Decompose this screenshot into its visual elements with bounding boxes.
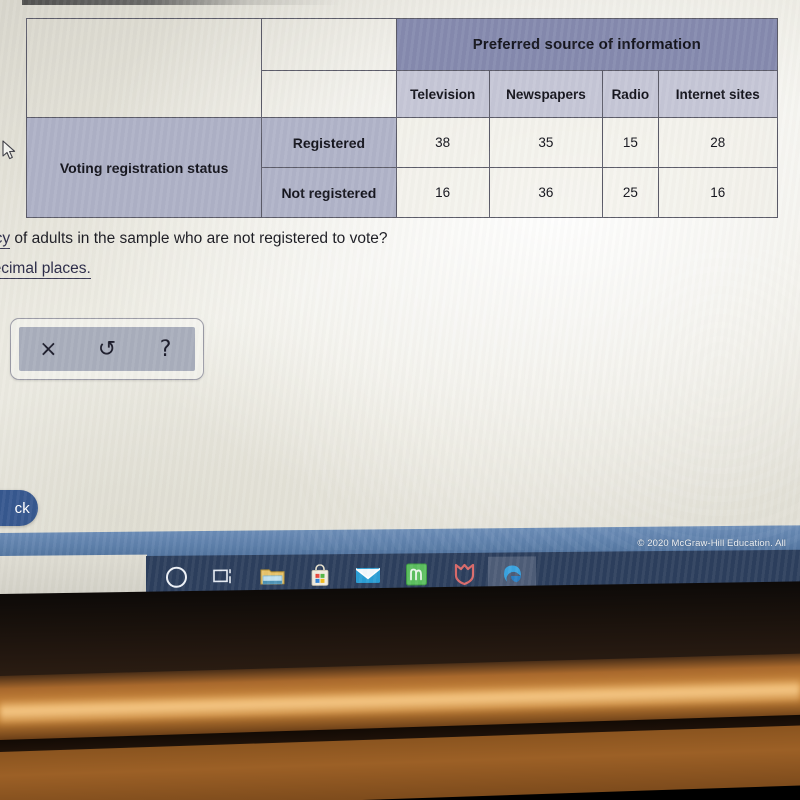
answer-toolbar: × ↺ ? xyxy=(10,318,204,380)
undo-button[interactable]: ↺ xyxy=(87,329,127,369)
file-explorer-icon[interactable] xyxy=(248,559,296,593)
cell-not-registered-newspapers: 36 xyxy=(488,167,604,218)
decimal-places-link[interactable]: decimal places. xyxy=(0,260,91,279)
task-view-glyph xyxy=(213,569,231,584)
table-corner-blank xyxy=(25,17,263,119)
copyright-text: © 2020 McGraw-Hill Education. All xyxy=(637,538,786,549)
cell-registered-television: 38 xyxy=(395,117,490,169)
laptop-screen-photo: Preferred source of information Televisi… xyxy=(0,0,800,800)
row-header-registered: Registered xyxy=(261,117,397,169)
cortana-circle xyxy=(165,566,187,588)
question-text-line-1: ncy of adults in the sample who are not … xyxy=(0,230,388,249)
microsoft-store-icon[interactable] xyxy=(296,558,344,592)
cell-registered-radio: 15 xyxy=(602,117,659,169)
taskbar-left-blank xyxy=(0,554,147,597)
cell-registered-newspapers: 35 xyxy=(488,117,604,169)
store-bag-glyph xyxy=(311,564,329,586)
question-text-rest: of adults in the sample who are not regi… xyxy=(10,230,388,247)
column-header-internet-sites: Internet sites xyxy=(657,70,779,119)
question-link-fragment[interactable]: ncy xyxy=(0,230,11,249)
row-group-header: Voting registration status xyxy=(25,117,263,218)
answer-toolbar-inner: × ↺ ? xyxy=(19,327,195,371)
help-button[interactable]: ? xyxy=(146,329,186,369)
row-header-not-registered: Not registered xyxy=(261,167,397,218)
folder-glyph xyxy=(260,568,284,584)
cell-not-registered-internet: 16 xyxy=(657,167,779,218)
table-row-group-header: Preferred source of information xyxy=(25,17,779,119)
cell-registered-internet: 28 xyxy=(657,117,779,169)
column-group-header: Preferred source of information xyxy=(395,17,779,72)
edge-glyph xyxy=(503,565,521,582)
mcafee-shield-glyph xyxy=(454,563,474,586)
cell-not-registered-television: 16 xyxy=(395,167,490,218)
envelope-glyph xyxy=(356,567,380,584)
cell-not-registered-radio: 25 xyxy=(602,167,659,218)
cursor-arrow-icon xyxy=(2,140,16,160)
task-view-icon[interactable] xyxy=(200,559,248,593)
table-blank-cell xyxy=(261,70,397,119)
column-header-television: Television xyxy=(395,70,490,119)
cortana-icon[interactable] xyxy=(152,560,200,594)
column-header-newspapers: Newspapers xyxy=(488,70,604,119)
column-header-radio: Radio xyxy=(602,70,659,119)
clear-button[interactable]: × xyxy=(28,329,68,369)
cut-off-text-top xyxy=(22,0,342,5)
check-button[interactable]: ck xyxy=(0,490,38,526)
mouse-cursor xyxy=(2,140,18,162)
table-row: Voting registration status Registered 38… xyxy=(25,117,779,218)
contingency-table-wrapper: Preferred source of information Televisi… xyxy=(25,17,779,218)
question-text-line-2: decimal places. xyxy=(0,260,91,279)
table-corner-blank-2 xyxy=(261,17,397,72)
green-app-glyph xyxy=(405,563,427,586)
contingency-table: Preferred source of information Televisi… xyxy=(25,17,779,218)
